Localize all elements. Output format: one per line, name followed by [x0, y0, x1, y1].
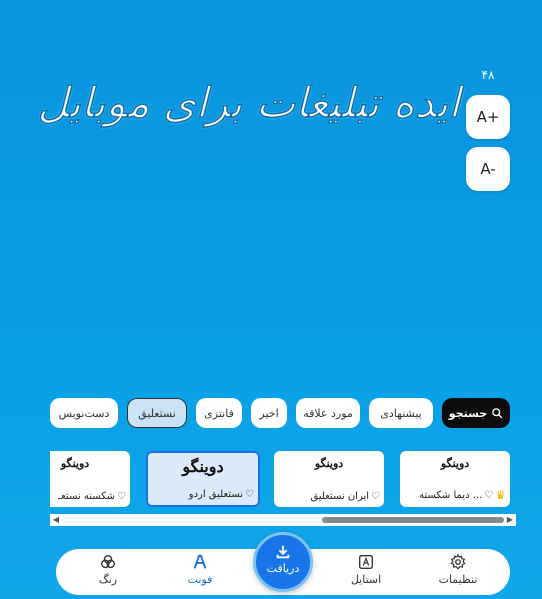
nav-style[interactable]: استایل: [334, 553, 398, 586]
font-name-row: شکسته نستعـ ♡: [58, 491, 126, 502]
scroll-left-arrow-icon[interactable]: ◀: [52, 516, 60, 524]
chip-handwriting[interactable]: دست‌نویس: [50, 398, 118, 428]
nav-style-label: استایل: [350, 573, 382, 586]
download-button[interactable]: دریافت: [253, 532, 313, 592]
nav-color[interactable]: رنگ: [76, 553, 140, 586]
search-label: جستجو: [448, 406, 488, 420]
font-name-row: ایران نستعلیق ♡: [310, 491, 380, 502]
scroll-right-arrow-icon[interactable]: ▶: [506, 516, 514, 524]
nav-font[interactable]: فونت: [168, 553, 232, 586]
chip-suggested[interactable]: پیشنهادی: [369, 398, 433, 428]
scroll-thumb[interactable]: [322, 517, 504, 523]
font-name-row: نستعلیق اردو ♡: [189, 489, 254, 500]
preview-text[interactable]: ایده تبلیغات برای موبایل: [37, 77, 460, 158]
font-sample: دوینگو: [440, 457, 470, 470]
nav-font-label: فونت: [187, 573, 213, 586]
font-card[interactable]: دوینگو دیما شکسته ... ♡ ♛: [400, 451, 510, 507]
font-icon: [193, 554, 207, 569]
font-list: دوینگو شکسته نستعـ ♡ دوینگو نستعلیق اردو…: [50, 451, 510, 507]
nav-settings-label: تنظیمات: [438, 573, 478, 586]
font-name: نستعلیق اردو: [188, 489, 244, 500]
gear-icon: [450, 553, 466, 570]
font-name: شکسته نستعـ: [58, 491, 116, 502]
heart-icon[interactable]: ♡: [117, 491, 126, 502]
font-size-value: ۴۸: [481, 68, 495, 82]
chip-recent[interactable]: اخیر: [251, 398, 287, 428]
decrease-font-size-button[interactable]: A-: [466, 147, 510, 191]
chip-favorites[interactable]: مورد علاقه: [296, 398, 360, 428]
heart-icon[interactable]: ♡: [371, 491, 380, 502]
heart-icon[interactable]: ♡: [484, 490, 493, 501]
style-icon: [359, 555, 373, 569]
increase-font-size-button[interactable]: A+: [466, 95, 510, 139]
font-name: ایران نستعلیق: [310, 491, 370, 502]
font-name: دیما شکسته ...: [419, 489, 483, 501]
font-sample: دوینگو: [182, 457, 224, 476]
nav-color-label: رنگ: [98, 573, 118, 586]
chip-fantasy[interactable]: فانتزی: [196, 398, 242, 428]
search-icon: [492, 408, 503, 419]
horizontal-scrollbar[interactable]: ◀ ▶: [50, 514, 516, 526]
heart-icon[interactable]: ♡: [245, 489, 254, 500]
font-sample: دوینگو: [314, 457, 344, 470]
category-chips: دست‌نویس نستعلیق فانتزی اخیر مورد علاقه …: [50, 398, 510, 428]
download-icon: [276, 545, 290, 559]
nav-settings[interactable]: تنظیمات: [426, 553, 490, 586]
download-label: دریافت: [266, 562, 300, 575]
font-card[interactable]: دوینگو شکسته نستعـ ♡: [50, 451, 130, 507]
font-sample: دوینگو: [60, 457, 90, 470]
crown-icon: ♛: [495, 488, 506, 502]
search-button[interactable]: جستجو: [442, 398, 510, 428]
font-card-selected[interactable]: دوینگو نستعلیق اردو ♡: [146, 451, 260, 507]
font-name-row: دیما شکسته ... ♡ ♛: [419, 488, 506, 502]
chip-nastaliq[interactable]: نستعلیق: [127, 398, 187, 428]
palette-icon: [101, 555, 115, 569]
font-card[interactable]: دوینگو ایران نستعلیق ♡: [274, 451, 384, 507]
